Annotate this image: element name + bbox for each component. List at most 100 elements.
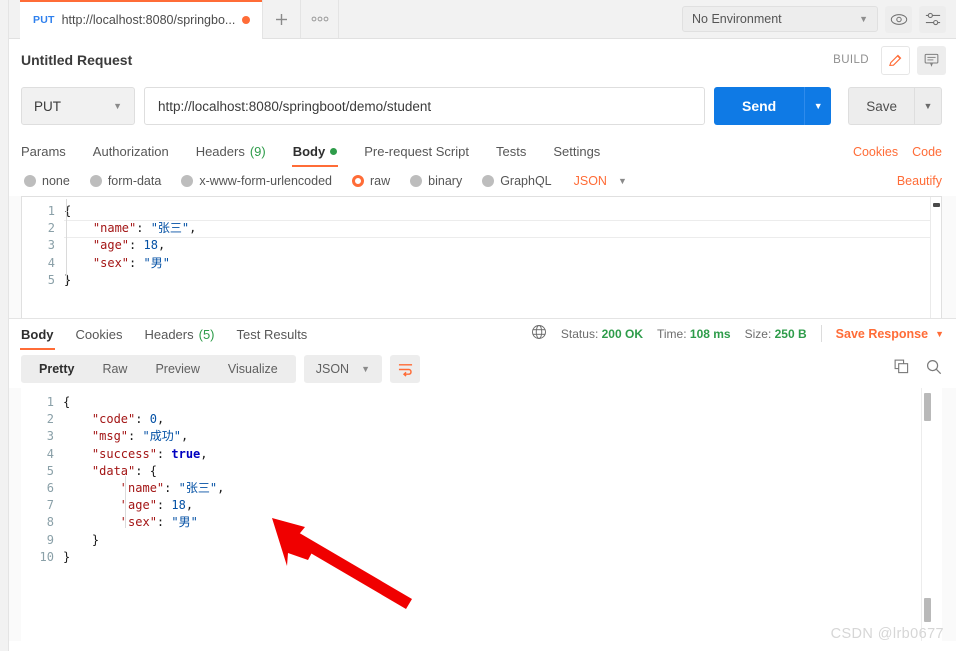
line-number: 1 (47, 204, 55, 218)
tab-tests-label: Tests (495, 144, 527, 159)
unsaved-dot-icon (242, 15, 251, 24)
environment-area: No Environment ▼ (674, 0, 956, 38)
body-type-form-data[interactable]: form-data (89, 173, 162, 188)
request-tabs-links: Cookies Code (853, 145, 942, 167)
body-type-raw[interactable]: raw (352, 174, 390, 188)
radio-icon (482, 174, 495, 187)
response-body-gutter: 1 2 3 4 5 6 7 8 9 10 (21, 388, 63, 572)
body-type-form-data-label: form-data (107, 173, 162, 188)
chevron-down-icon: ▼ (617, 175, 627, 186)
environment-quick-look-button[interactable] (885, 5, 912, 33)
request-body-scrollbar[interactable] (930, 197, 941, 318)
cookies-link[interactable]: Cookies (853, 145, 898, 159)
tab-tests[interactable]: Tests (496, 144, 526, 167)
code-token-key: "success" (63, 446, 157, 461)
line-number: 4 (47, 255, 55, 270)
request-title: Untitled Request (21, 52, 133, 68)
code-token-punc: : (156, 515, 172, 530)
body-type-none[interactable]: none (24, 174, 70, 188)
tab-params[interactable]: Params (21, 144, 66, 167)
url-input[interactable]: http://localhost:8080/springboot/demo/st… (144, 87, 705, 125)
code-token-punc: : (128, 429, 143, 444)
beautify-link[interactable]: Beautify (897, 174, 942, 188)
code-token-key: "msg" (63, 429, 129, 444)
environment-select[interactable]: No Environment ▼ (682, 6, 878, 32)
request-tab-active[interactable]: PUT http://localhost:8080/springbo... (20, 0, 264, 39)
response-tab-cookies[interactable]: Cookies (76, 327, 123, 350)
response-format-label: JSON (315, 362, 350, 376)
response-tab-headers-count: (5) (198, 327, 215, 342)
save-options-button[interactable]: ▼ (914, 87, 942, 125)
code-token-punc: , (217, 481, 225, 496)
size-label: Size: (744, 326, 772, 341)
view-mode-raw[interactable]: Raw (88, 355, 141, 383)
chevron-down-icon: ▼ (935, 328, 944, 339)
eye-icon (890, 13, 907, 25)
view-mode-visualize[interactable]: Visualize (214, 355, 292, 383)
tab-pre-request-script[interactable]: Pre-request Script (364, 144, 469, 167)
tab-settings[interactable]: Settings (553, 144, 600, 167)
radio-icon (89, 174, 102, 187)
body-type-urlencoded-label: x-www-form-urlencoded (199, 173, 332, 188)
response-view-mode-group: Pretty Raw Preview Visualize (21, 355, 296, 383)
send-button[interactable]: Send (713, 87, 805, 125)
tab-headers-label: Headers (195, 144, 245, 159)
scrollbar-thumb[interactable] (933, 203, 940, 207)
response-body-scrollbar[interactable] (921, 388, 932, 651)
response-body-editor[interactable]: 1 2 3 4 5 6 7 8 9 10 { "code": 0, "msg": "成功", "s… (21, 388, 942, 651)
line-number: 6 (46, 481, 54, 496)
tab-authorization[interactable]: Authorization (93, 144, 169, 167)
save-response-button[interactable]: Save Response ▼ (836, 327, 944, 341)
code-token-punc: : (129, 238, 144, 253)
tab-headers[interactable]: Headers (9) (196, 144, 266, 167)
body-type-graphql[interactable]: GraphQL (482, 174, 552, 188)
code-token-punc: } (63, 532, 100, 547)
request-body-code: 1 2 3 4 5 { "name": "张三", "age": 18, "sex": … (22, 197, 941, 295)
body-type-binary[interactable]: binary (410, 174, 462, 188)
http-method-select[interactable]: PUT ▼ (21, 87, 135, 125)
globe-icon (531, 324, 547, 343)
scrollbar-thumb-top[interactable] (924, 393, 931, 421)
send-options-button[interactable]: ▼ (804, 87, 832, 125)
line-number: 5 (47, 272, 55, 287)
scrollbar-thumb-bottom[interactable] (924, 598, 931, 622)
tab-body[interactable]: Body (291, 144, 338, 167)
response-tab-headers[interactable]: Headers (5) (144, 327, 214, 350)
code-link[interactable]: Code (912, 145, 942, 159)
code-token-str: "男" (171, 515, 198, 530)
save-button[interactable]: Save (848, 87, 914, 125)
url-bar: PUT ▼ http://localhost:8080/springboot/d… (0, 81, 956, 134)
view-mode-preview[interactable]: Preview (141, 355, 213, 383)
line-number: 2 (47, 221, 55, 236)
environment-settings-button[interactable] (919, 5, 946, 33)
request-body-editor[interactable]: 1 2 3 4 5 { "name": "张三", "age": 18, "sex": … (21, 196, 942, 318)
body-type-urlencoded[interactable]: x-www-form-urlencoded (181, 174, 332, 188)
search-button[interactable] (926, 359, 942, 380)
code-line: "name": "张三", (63, 480, 942, 497)
word-wrap-button[interactable] (390, 355, 420, 383)
response-tab-body[interactable]: Body (20, 327, 54, 350)
tab-authorization-label: Authorization (92, 144, 169, 159)
comments-button[interactable] (917, 45, 946, 75)
indent-guide (125, 476, 126, 528)
raw-format-select[interactable]: JSON ▼ (574, 174, 627, 188)
body-type-raw-label: raw (370, 173, 391, 188)
line-number: 2 (46, 412, 54, 427)
tab-options-button[interactable] (301, 0, 340, 38)
code-token-punc: : (156, 446, 172, 461)
response-format-select[interactable]: JSON ▼ (303, 355, 382, 383)
new-tab-button[interactable] (263, 0, 302, 38)
code-line: "success": true, (63, 446, 942, 463)
tab-body-label: Body (292, 144, 326, 159)
code-token-num: 18 (171, 498, 186, 513)
request-tab-method: PUT (33, 13, 55, 26)
response-tabs: Body Cookies Headers (5) Test Results St… (0, 318, 956, 350)
raw-format-label: JSON (573, 173, 607, 188)
pencil-icon (889, 54, 902, 66)
view-mode-pretty[interactable]: Pretty (25, 355, 88, 383)
line-number: 4 (46, 446, 54, 461)
response-tab-test-results[interactable]: Test Results (237, 327, 308, 350)
code-token-key: "sex" (64, 255, 130, 270)
copy-button[interactable] (894, 359, 909, 379)
edit-request-button[interactable] (881, 45, 910, 75)
